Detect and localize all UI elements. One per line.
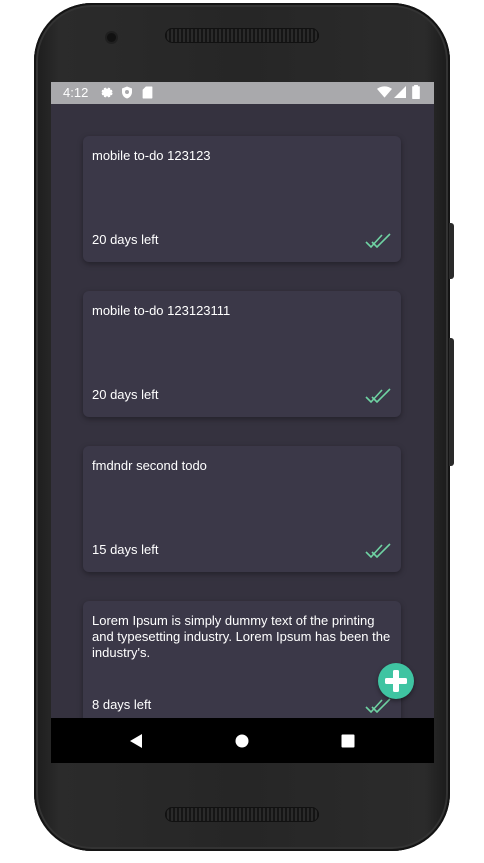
double-check-icon[interactable] (365, 543, 391, 559)
todo-title: mobile to-do 123123111 (92, 303, 231, 318)
navigation-bar (51, 718, 434, 763)
days-left-label: 15 days left (92, 542, 159, 557)
double-check-icon[interactable] (365, 698, 391, 714)
double-check-icon[interactable] (365, 388, 391, 404)
todo-list[interactable]: mobile to-do 123123 20 days left mobile … (51, 104, 434, 718)
power-button (449, 223, 454, 279)
days-left-label: 8 days left (92, 697, 152, 712)
todo-title: Lorem Ipsum is simply dummy text of the … (92, 613, 391, 660)
signal-icon (394, 86, 406, 98)
shield-icon (122, 86, 132, 99)
todo-card[interactable]: fmdndr second todo 15 days left (83, 446, 401, 572)
todo-card[interactable]: Lorem Ipsum is simply dummy text of the … (83, 601, 401, 718)
todo-card[interactable]: mobile to-do 123123 20 days left (83, 136, 401, 262)
plus-icon (385, 670, 407, 692)
days-left-label: 20 days left (92, 387, 159, 402)
todo-title: mobile to-do 123123 (92, 148, 211, 163)
gear-icon (101, 87, 113, 98)
recents-icon[interactable] (338, 731, 358, 751)
todo-card[interactable]: mobile to-do 123123111 20 days left (83, 291, 401, 417)
wifi-icon (377, 86, 392, 98)
todo-title: fmdndr second todo (92, 458, 207, 473)
status-bar: 4:12 (51, 82, 434, 104)
double-check-icon[interactable] (365, 233, 391, 249)
home-icon[interactable] (232, 731, 252, 751)
bottom-speaker (165, 807, 319, 822)
back-icon[interactable] (126, 731, 146, 751)
add-todo-button[interactable] (378, 663, 414, 699)
sd-card-icon (142, 86, 153, 99)
status-time: 4:12 (63, 85, 89, 100)
top-speaker (165, 28, 319, 43)
front-camera (107, 33, 116, 42)
days-left-label: 20 days left (92, 232, 159, 247)
volume-button (449, 338, 454, 466)
battery-icon (412, 85, 420, 99)
screen: 4:12 mobile to-do 123123 20 days left mo… (51, 82, 434, 763)
